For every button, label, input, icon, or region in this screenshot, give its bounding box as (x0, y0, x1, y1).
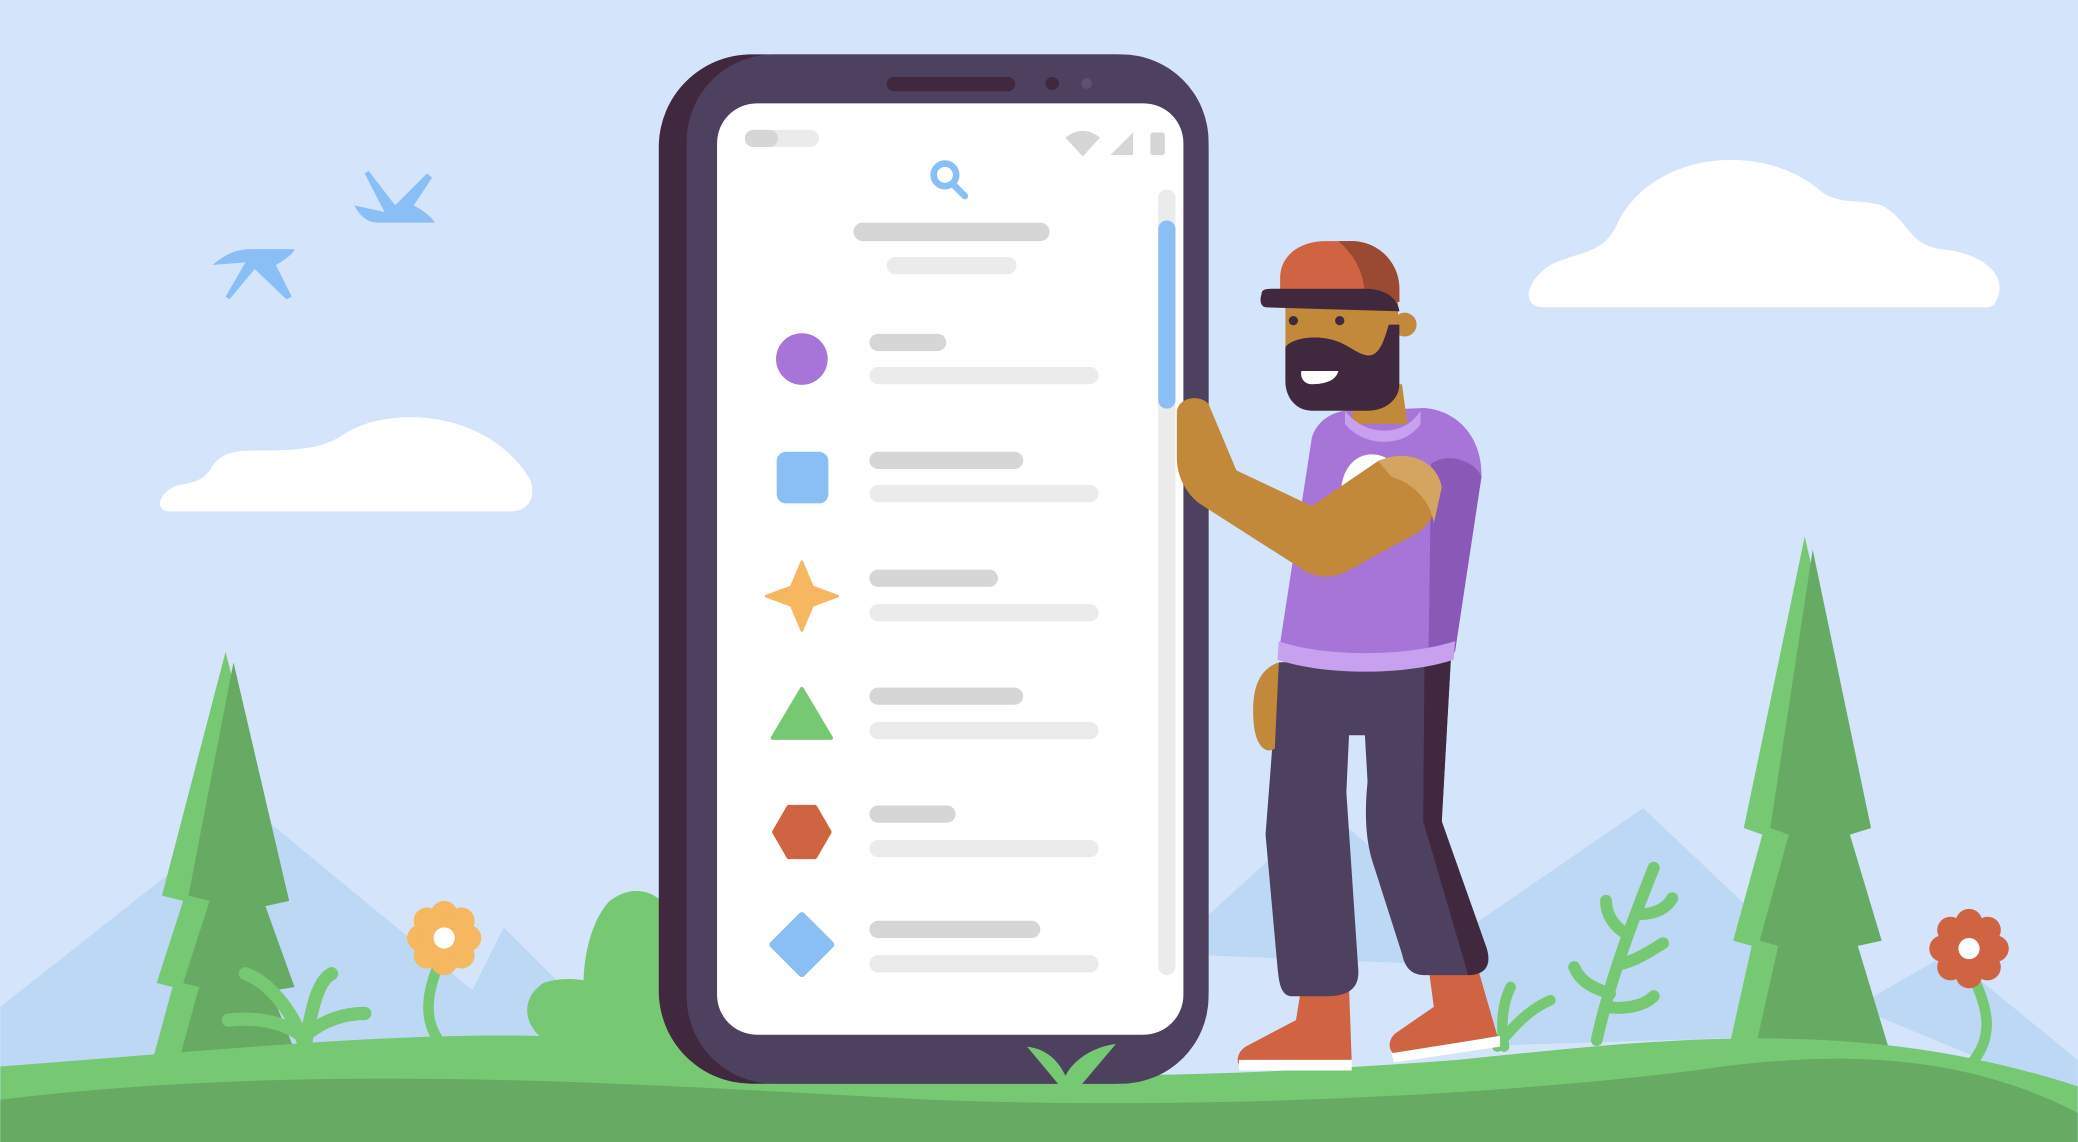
phone-sensor (1081, 78, 1092, 89)
circle-icon (776, 333, 828, 385)
phone (658, 54, 1209, 1084)
list-item-title-placeholder (869, 569, 998, 587)
list-item-title-placeholder (869, 451, 1024, 469)
bird-icon (212, 249, 295, 300)
battery-icon (1150, 132, 1165, 156)
cloud-right (1528, 159, 2000, 308)
square-icon (776, 451, 829, 504)
header-subtitle-placeholder (886, 257, 1017, 275)
list-item-title-placeholder (869, 333, 947, 352)
list-item-subtitle-placeholder (869, 839, 1099, 858)
phone-screen (717, 103, 1184, 1035)
hexagon-icon (772, 804, 832, 860)
list-item-subtitle-placeholder (869, 722, 1099, 740)
cap-brim (1260, 288, 1400, 312)
list-item-title-placeholder (869, 920, 1041, 938)
phone-speaker (886, 76, 1016, 92)
illustration-scene (0, 54, 2078, 1142)
list-item-subtitle-placeholder (869, 955, 1099, 973)
status-time-placeholder-dark (744, 129, 779, 148)
hand-back (1253, 662, 1279, 751)
tree-right (1729, 536, 1889, 1047)
shoe-left (1237, 986, 1352, 1068)
header-title-placeholder (853, 222, 1050, 242)
scrollbar-thumb[interactable] (1158, 220, 1176, 409)
list-item-title-placeholder (869, 687, 1024, 705)
bird-icon (354, 170, 435, 223)
list-item-subtitle-placeholder (869, 484, 1099, 503)
list-item-subtitle-placeholder (869, 604, 1099, 622)
cloud-left (160, 417, 533, 512)
list-item-title-placeholder (869, 805, 956, 823)
phone-camera (1045, 76, 1059, 91)
list-item-subtitle-placeholder (869, 366, 1099, 385)
